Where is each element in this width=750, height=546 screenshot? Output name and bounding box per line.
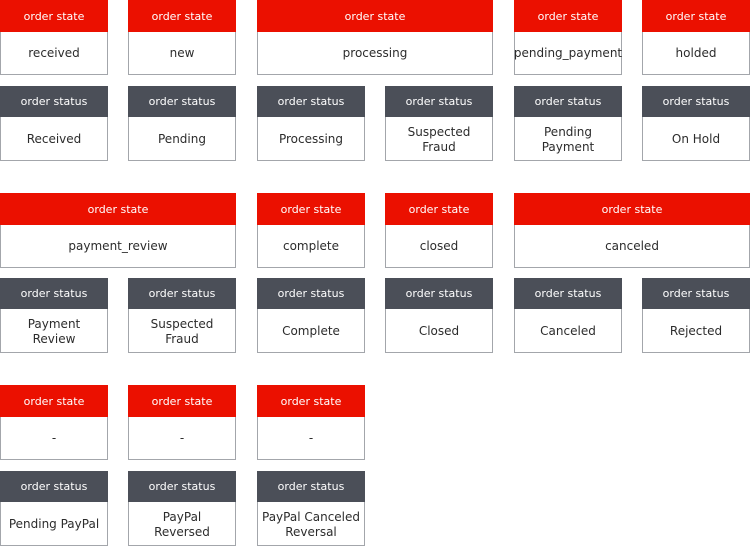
order-status-value: Processing <box>278 132 344 146</box>
order-status-box: order status Received <box>0 86 108 161</box>
order-status-header: order status <box>0 278 108 309</box>
order-status-header: order status <box>385 86 493 117</box>
order-state-header: order state <box>257 0 493 32</box>
order-state-header: order state <box>128 0 236 32</box>
order-status-box: order status Suspected Fraud <box>385 86 493 161</box>
order-status-header: order status <box>257 471 365 502</box>
order-status-box: order status Pending Payment <box>514 86 622 161</box>
order-state-value: closed <box>419 239 459 253</box>
order-state-box: order state processing <box>257 0 493 75</box>
order-status-header: order status <box>514 278 622 309</box>
order-state-box: order state payment_review <box>0 193 236 268</box>
order-state-box: order state complete <box>257 193 365 268</box>
order-state-value: pending_payment <box>513 46 623 60</box>
order-status-header: order status <box>257 86 365 117</box>
order-status-header: order status <box>128 471 236 502</box>
order-status-box: order status Processing <box>257 86 365 161</box>
order-status-header: order status <box>385 278 493 309</box>
order-status-value: PayPal Canceled Reversal <box>262 509 361 539</box>
order-state-box: order state holded <box>642 0 750 75</box>
order-status-value: Pending <box>158 132 206 146</box>
order-state-box: order state received <box>0 0 108 75</box>
order-status-box: order status Canceled <box>514 278 622 353</box>
order-status-box: order status Suspected Fraud <box>128 278 236 353</box>
order-state-value: payment_review <box>68 239 168 253</box>
order-status-header: order status <box>128 278 236 309</box>
order-status-box: order status PayPal Canceled Reversal <box>257 471 365 546</box>
order-status-header: order status <box>0 86 108 117</box>
order-status-value: On Hold <box>671 132 721 146</box>
order-status-header: order status <box>514 86 622 117</box>
order-status-header: order status <box>128 86 236 117</box>
order-state-header: order state <box>514 193 750 225</box>
order-status-header: order status <box>0 471 108 502</box>
order-status-value: Rejected <box>669 324 723 338</box>
order-status-value: Received <box>26 132 82 146</box>
order-state-value: - <box>179 431 185 445</box>
order-state-header: order state <box>0 0 108 32</box>
order-state-box: order state new <box>128 0 236 75</box>
order-state-header: order state <box>128 385 236 417</box>
order-status-value: Suspected Fraud <box>407 124 471 154</box>
order-status-header: order status <box>257 278 365 309</box>
order-status-box: order status Pending <box>128 86 236 161</box>
order-state-header: order state <box>514 0 622 32</box>
order-state-value: new <box>169 46 195 60</box>
order-state-header: order state <box>257 385 365 417</box>
order-status-header: order status <box>642 86 750 117</box>
order-state-box: order state - <box>128 385 236 460</box>
order-status-value: Canceled <box>540 324 596 338</box>
order-status-value: Suspected Fraud <box>150 316 214 346</box>
order-state-value: complete <box>282 239 340 253</box>
order-state-box: order state - <box>257 385 365 460</box>
order-state-header: order state <box>0 385 108 417</box>
order-status-box: order status Complete <box>257 278 365 353</box>
order-state-box: order state pending_payment <box>514 0 622 75</box>
order-state-header: order state <box>0 193 236 225</box>
order-status-header: order status <box>642 278 750 309</box>
order-state-value: received <box>28 46 80 60</box>
order-state-box: order state closed <box>385 193 493 268</box>
order-state-header: order state <box>257 193 365 225</box>
order-status-value: Pending PayPal <box>8 517 100 531</box>
order-status-box: order status Payment Review <box>0 278 108 353</box>
order-state-value: - <box>308 431 314 445</box>
order-state-value: - <box>51 431 57 445</box>
order-status-box: order status Pending PayPal <box>0 471 108 546</box>
order-status-value: PayPal Reversed <box>154 509 210 539</box>
order-status-value: Pending Payment <box>541 124 595 154</box>
order-state-box: order state - <box>0 385 108 460</box>
order-status-box: order status On Hold <box>642 86 750 161</box>
order-state-box: order state canceled <box>514 193 750 268</box>
order-status-box: order status PayPal Reversed <box>128 471 236 546</box>
order-status-box: order status Closed <box>385 278 493 353</box>
order-state-value: holded <box>675 46 717 60</box>
order-status-value: Payment Review <box>27 316 81 346</box>
order-state-header: order state <box>385 193 493 225</box>
order-status-box: order status Rejected <box>642 278 750 353</box>
order-status-value: Closed <box>418 324 460 338</box>
order-state-header: order state <box>642 0 750 32</box>
order-state-value: processing <box>342 46 408 60</box>
order-status-value: Complete <box>282 324 340 338</box>
order-state-value: canceled <box>605 239 659 253</box>
